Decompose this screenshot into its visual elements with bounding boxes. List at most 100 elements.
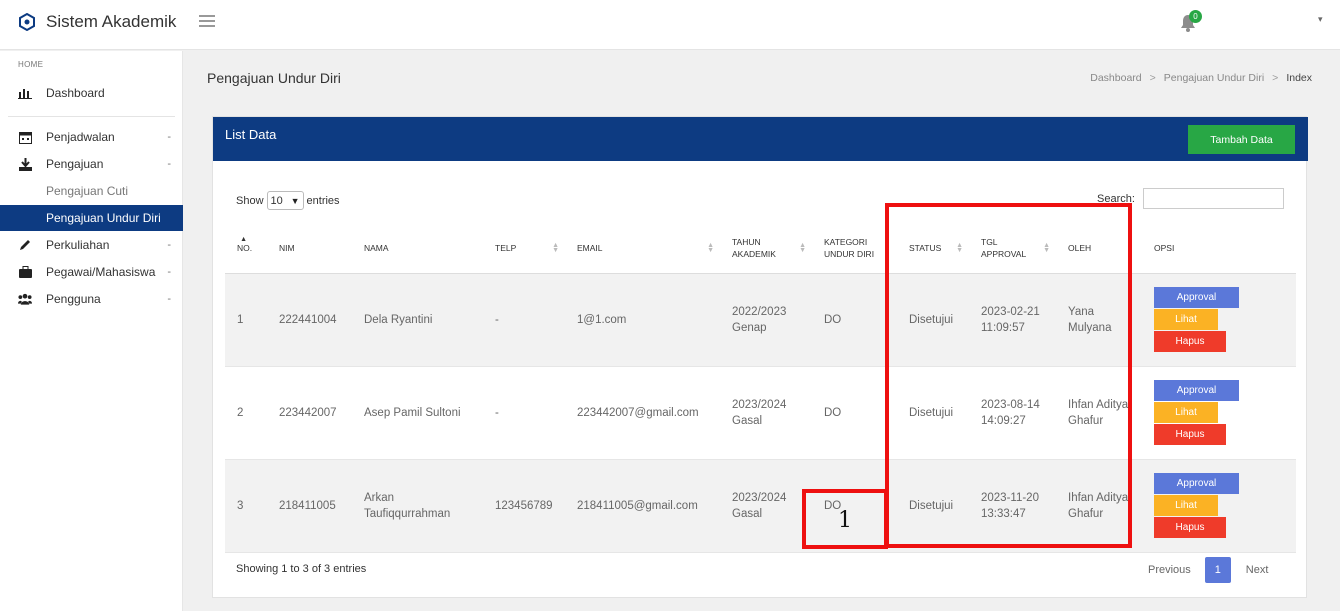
entries-select[interactable]: 10 ▼ — [266, 191, 304, 210]
cell-telp: 123456789 — [483, 459, 565, 553]
page-button[interactable]: 1 — [1204, 557, 1231, 583]
column-header-nim[interactable]: NIM — [267, 223, 352, 274]
pencil-icon — [18, 238, 32, 252]
logo-icon — [19, 13, 35, 31]
cell-opsi: Approval Lihat Hapus — [1142, 273, 1296, 367]
breadcrumb: Dashboard > Pengajuan Undur Diri > Index — [1090, 72, 1312, 84]
expand-icon: - — [167, 131, 171, 143]
lihat-button[interactable]: Lihat — [1154, 308, 1218, 330]
users-icon — [18, 292, 32, 306]
annotation-label: 1 — [838, 508, 852, 533]
user-menu-caret-icon[interactable]: ▾ — [1318, 14, 1323, 25]
column-header-no[interactable]: NO. ▲ — [225, 223, 267, 274]
breadcrumb-current: Index — [1286, 72, 1312, 84]
notification-badge: 0 — [1189, 10, 1202, 23]
cell-telp: - — [483, 366, 565, 460]
sidebar-item-label: Pegawai/Mahasiswa — [46, 265, 156, 279]
column-header-nama[interactable]: NAMA — [352, 223, 483, 274]
next-button[interactable]: Next — [1246, 564, 1269, 576]
expand-icon: - — [167, 239, 171, 251]
app-title: Sistem Akademik — [46, 12, 177, 31]
lihat-button[interactable]: Lihat — [1154, 401, 1218, 423]
data-table: NO. ▲ NIM NAMA TELP ▲ ▼ EMAIL ▲ ▼ TAHUN AKADE… — [225, 223, 1296, 553]
sidebar-item-label: Perkuliahan — [46, 238, 110, 252]
sidebar-item-pengajuan[interactable]: Pengajuan - — [0, 151, 183, 177]
cell-nim: 218411005 — [267, 459, 352, 553]
table-info: Showing 1 to 3 of 3 entries — [236, 563, 367, 575]
sidebar: HOME Dashboard Penjadwalan - Pengajuan -… — [0, 51, 183, 611]
breadcrumb-pengajuan-undur-diri[interactable]: Pengajuan Undur Diri — [1164, 72, 1264, 84]
expand-icon: - — [167, 293, 171, 305]
breadcrumb-dashboard[interactable]: Dashboard — [1090, 72, 1141, 84]
cell-no: 2 — [225, 366, 267, 460]
cell-tahun-akademik: 2023/2024 Gasal — [720, 366, 812, 460]
breadcrumb-separator: > — [1272, 72, 1279, 84]
calendar-icon — [18, 130, 32, 144]
entries-select-value: 10 — [270, 194, 283, 207]
column-header-email[interactable]: EMAIL ▲ ▼ — [565, 223, 720, 274]
top-bar: Sistem Akademik 0 ▾ — [0, 0, 1340, 50]
download-icon — [18, 157, 32, 171]
column-header-tahun-akademik[interactable]: TAHUN AKADEMIK ▲ ▼ — [720, 223, 812, 274]
sidebar-item-label: Pengguna — [46, 292, 101, 306]
cell-no: 3 — [225, 459, 267, 553]
hapus-button[interactable]: Hapus — [1154, 330, 1226, 352]
sidebar-item-pengguna[interactable]: Pengguna - — [0, 286, 183, 312]
sidebar-item-perkuliahan[interactable]: Perkuliahan - — [0, 232, 183, 258]
cell-nama: Asep Pamil Sultoni — [352, 366, 483, 460]
sidebar-subitem-pengajuan-undur-diri[interactable]: Pengajuan Undur Diri — [0, 205, 183, 231]
chevron-down-icon: ▼ — [290, 195, 300, 206]
show-label: Show — [236, 194, 264, 207]
cell-no: 1 — [225, 273, 267, 367]
approval-button[interactable]: Approval — [1154, 472, 1239, 494]
table-row: 2 223442007 Asep Pamil Sultoni - 2234420… — [225, 366, 1296, 460]
breadcrumb-separator: > — [1149, 72, 1156, 84]
cell-tahun-akademik: 2023/2024 Gasal — [720, 459, 812, 553]
cell-nama: Dela Ryantini — [352, 273, 483, 367]
tambah-data-button[interactable]: Tambah Data — [1188, 125, 1295, 154]
sidebar-subitem-pengajuan-cuti[interactable]: Pengajuan Cuti — [0, 178, 183, 204]
card-header: List Data Tambah Data — [213, 117, 1308, 161]
briefcase-icon — [18, 265, 32, 279]
search-input[interactable] — [1143, 188, 1284, 209]
column-header-opsi: OPSI — [1142, 223, 1296, 274]
menu-toggle-icon[interactable] — [199, 15, 215, 29]
cell-tahun-akademik: 2022/2023 Genap — [720, 273, 812, 367]
cell-nim: 222441004 — [267, 273, 352, 367]
sidebar-item-label: Pengajuan — [46, 157, 104, 171]
sidebar-item-penjadwalan[interactable]: Penjadwalan - — [0, 124, 183, 150]
sidebar-divider — [8, 116, 175, 117]
previous-button[interactable]: Previous — [1148, 564, 1191, 576]
lihat-button[interactable]: Lihat — [1154, 494, 1218, 516]
sidebar-item-label: Dashboard — [46, 86, 105, 100]
hapus-button[interactable]: Hapus — [1154, 423, 1226, 445]
cell-email: 218411005@gmail.com — [565, 459, 720, 553]
cell-nama: Arkan Taufiqqurrahman — [352, 459, 483, 553]
hapus-button[interactable]: Hapus — [1154, 516, 1226, 538]
table-row: 3 218411005 Arkan Taufiqqurrahman 123456… — [225, 459, 1296, 553]
cell-nim: 223442007 — [267, 366, 352, 460]
expand-icon: - — [167, 266, 171, 278]
entries-label: entries — [306, 194, 340, 207]
list-data-card: List Data Tambah Data Show 10 ▼ entries … — [212, 116, 1308, 598]
expand-icon: - — [167, 158, 171, 170]
card-title: List Data — [225, 127, 277, 142]
sidebar-item-pegawai-mahasiswa[interactable]: Pegawai/Mahasiswa - — [0, 259, 183, 285]
cell-email: 1@1.com — [565, 273, 720, 367]
sidebar-section-home: HOME — [18, 60, 44, 69]
cell-email: 223442007@gmail.com — [565, 366, 720, 460]
approval-button[interactable]: Approval — [1154, 286, 1239, 308]
sidebar-item-label: Penjadwalan — [46, 130, 115, 144]
cell-telp: - — [483, 273, 565, 367]
brand[interactable]: Sistem Akademik — [18, 12, 184, 32]
approval-button[interactable]: Approval — [1154, 379, 1239, 401]
table-row: 1 222441004 Dela Ryantini - 1@1.com 2022… — [225, 273, 1296, 367]
page-title: Pengajuan Undur Diri — [207, 70, 341, 86]
highlight-box-status — [885, 203, 1132, 548]
sidebar-item-dashboard[interactable]: Dashboard — [0, 80, 183, 106]
column-header-telp[interactable]: TELP ▲ ▼ — [483, 223, 565, 274]
bar-chart-icon — [18, 86, 32, 100]
pagination: Previous 1 Next — [1148, 557, 1268, 583]
cell-opsi: Approval Lihat Hapus — [1142, 366, 1296, 460]
cell-opsi: Approval Lihat Hapus — [1142, 459, 1296, 553]
